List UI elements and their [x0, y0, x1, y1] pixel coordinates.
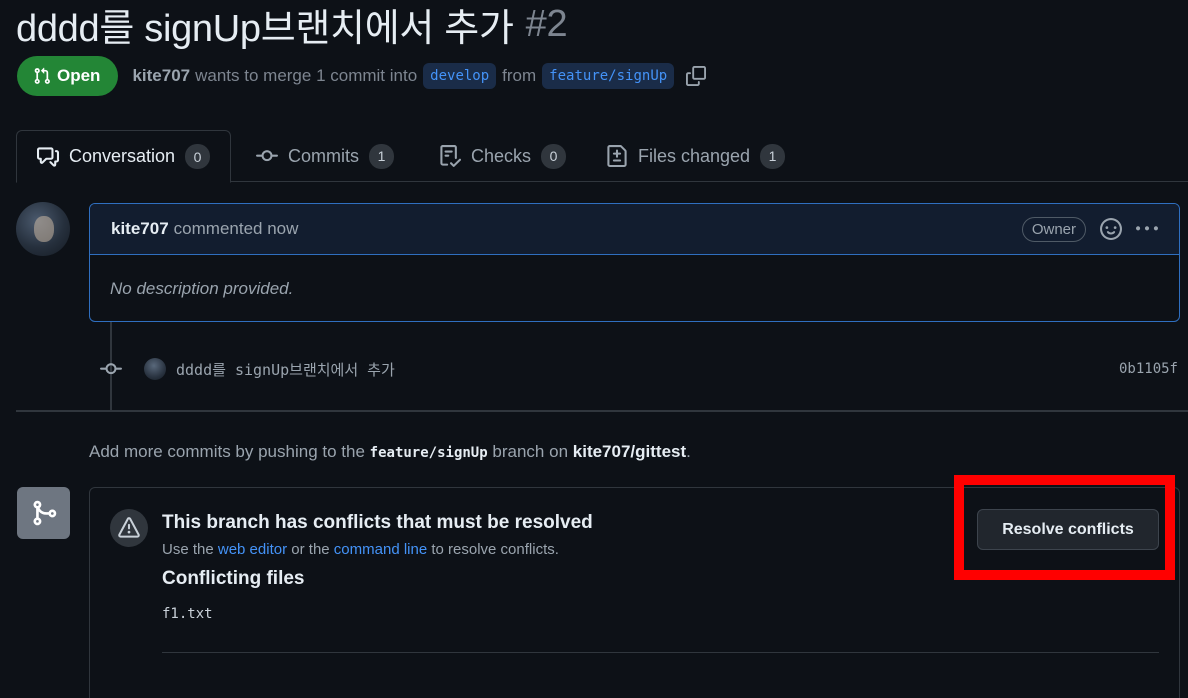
pr-tabs: Conversation 0 Commits 1 Checks 0 Files …: [16, 130, 1188, 183]
push-hint: Add more commits by pushing to the featu…: [89, 442, 691, 462]
copy-icon[interactable]: [686, 66, 707, 86]
tab-checks-counter: 0: [541, 143, 567, 169]
tab-files-changed[interactable]: Files changed 1: [606, 130, 786, 182]
comment-meta[interactable]: commented now: [174, 219, 299, 239]
checklist-icon: [440, 145, 461, 167]
author-avatar[interactable]: [16, 202, 70, 256]
kebab-horizontal-icon[interactable]: [1136, 218, 1158, 240]
tab-checks-label: Checks: [471, 145, 532, 166]
merge-box-divider: [162, 652, 1159, 653]
conflict-desc-or: or the: [291, 541, 330, 558]
conflicting-files-title: Conflicting files: [162, 568, 305, 589]
comment-header: kite707 commented now Owner: [90, 204, 1179, 255]
web-editor-link[interactable]: web editor: [218, 541, 287, 558]
pr-state-row: Open kite707 wants to merge 1 commit int…: [17, 56, 707, 96]
smiley-icon[interactable]: [1100, 218, 1122, 240]
push-hint-suffix: .: [686, 442, 691, 461]
conflict-desc-prefix: Use the: [162, 541, 214, 558]
base-branch-link[interactable]: develop: [423, 63, 497, 89]
tab-conversation-counter: 0: [185, 144, 211, 169]
comment-discussion-icon: [37, 146, 59, 167]
from-text: from: [502, 66, 537, 85]
merge-text: wants to merge 1 commit into: [195, 66, 418, 85]
resolve-conflicts-button[interactable]: Resolve conflicts: [977, 509, 1159, 550]
conflict-title: This branch has conflicts that must be r…: [162, 512, 593, 533]
conflicting-file: f1.txt: [162, 606, 213, 622]
pr-title-text: dddd를 signUp브랜치에서 추가: [16, 7, 514, 50]
owner-badge: Owner: [1021, 216, 1086, 242]
commit-author-avatar[interactable]: [144, 358, 166, 380]
conflict-description: Use the web editor or the command line t…: [162, 541, 559, 558]
push-hint-branch: feature/signUp: [369, 445, 488, 461]
pr-number: #2: [525, 2, 568, 45]
alert-icon-circle: [110, 509, 148, 547]
pr-description-comment: kite707 commented now Owner No descripti…: [89, 203, 1180, 322]
git-merge-icon: [33, 500, 56, 526]
tab-checks[interactable]: Checks 0: [439, 130, 567, 182]
tab-files-changed-counter: 1: [760, 143, 786, 169]
tab-conversation[interactable]: Conversation 0: [16, 130, 232, 183]
tab-commits-counter: 1: [369, 143, 394, 169]
timeline-divider: [16, 410, 1188, 412]
alert-icon: [118, 517, 140, 538]
pr-title: dddd를 signUp브랜치에서 추가 #2: [16, 0, 568, 50]
tab-conversation-label: Conversation: [69, 146, 176, 166]
git-commit-icon: [256, 150, 278, 162]
open-state-label: Open: [57, 66, 101, 85]
tab-files-changed-label: Files changed: [638, 145, 751, 166]
merge-status-icon-box: [17, 487, 70, 539]
git-pull-request-icon: [34, 67, 50, 84]
command-line-link[interactable]: command line: [334, 541, 427, 558]
head-branch-link[interactable]: feature/signUp: [542, 63, 675, 89]
tab-commits[interactable]: Commits 1: [256, 130, 394, 182]
commit-sha-link[interactable]: 0b1105f: [1119, 361, 1178, 377]
commit-message-link[interactable]: dddd를 signUp브랜치에서 추가: [176, 359, 395, 380]
push-hint-repo[interactable]: kite707/gittest: [573, 442, 686, 461]
open-state-badge: Open: [17, 56, 119, 96]
push-hint-middle: branch on: [492, 442, 569, 461]
comment-body: No description provided.: [110, 279, 294, 298]
tab-commits-label: Commits: [288, 145, 359, 166]
push-hint-prefix: Add more commits by pushing to the: [89, 442, 365, 461]
comment-author-link[interactable]: kite707: [111, 219, 169, 239]
timeline-commit-row: dddd를 signUp브랜치에서 추가 0b1105f: [100, 356, 1178, 382]
pr-author-link[interactable]: kite707: [132, 66, 190, 86]
conflict-desc-suffix: to resolve conflicts.: [431, 541, 559, 558]
git-commit-icon: [100, 363, 122, 375]
file-diff-icon: [607, 145, 627, 167]
